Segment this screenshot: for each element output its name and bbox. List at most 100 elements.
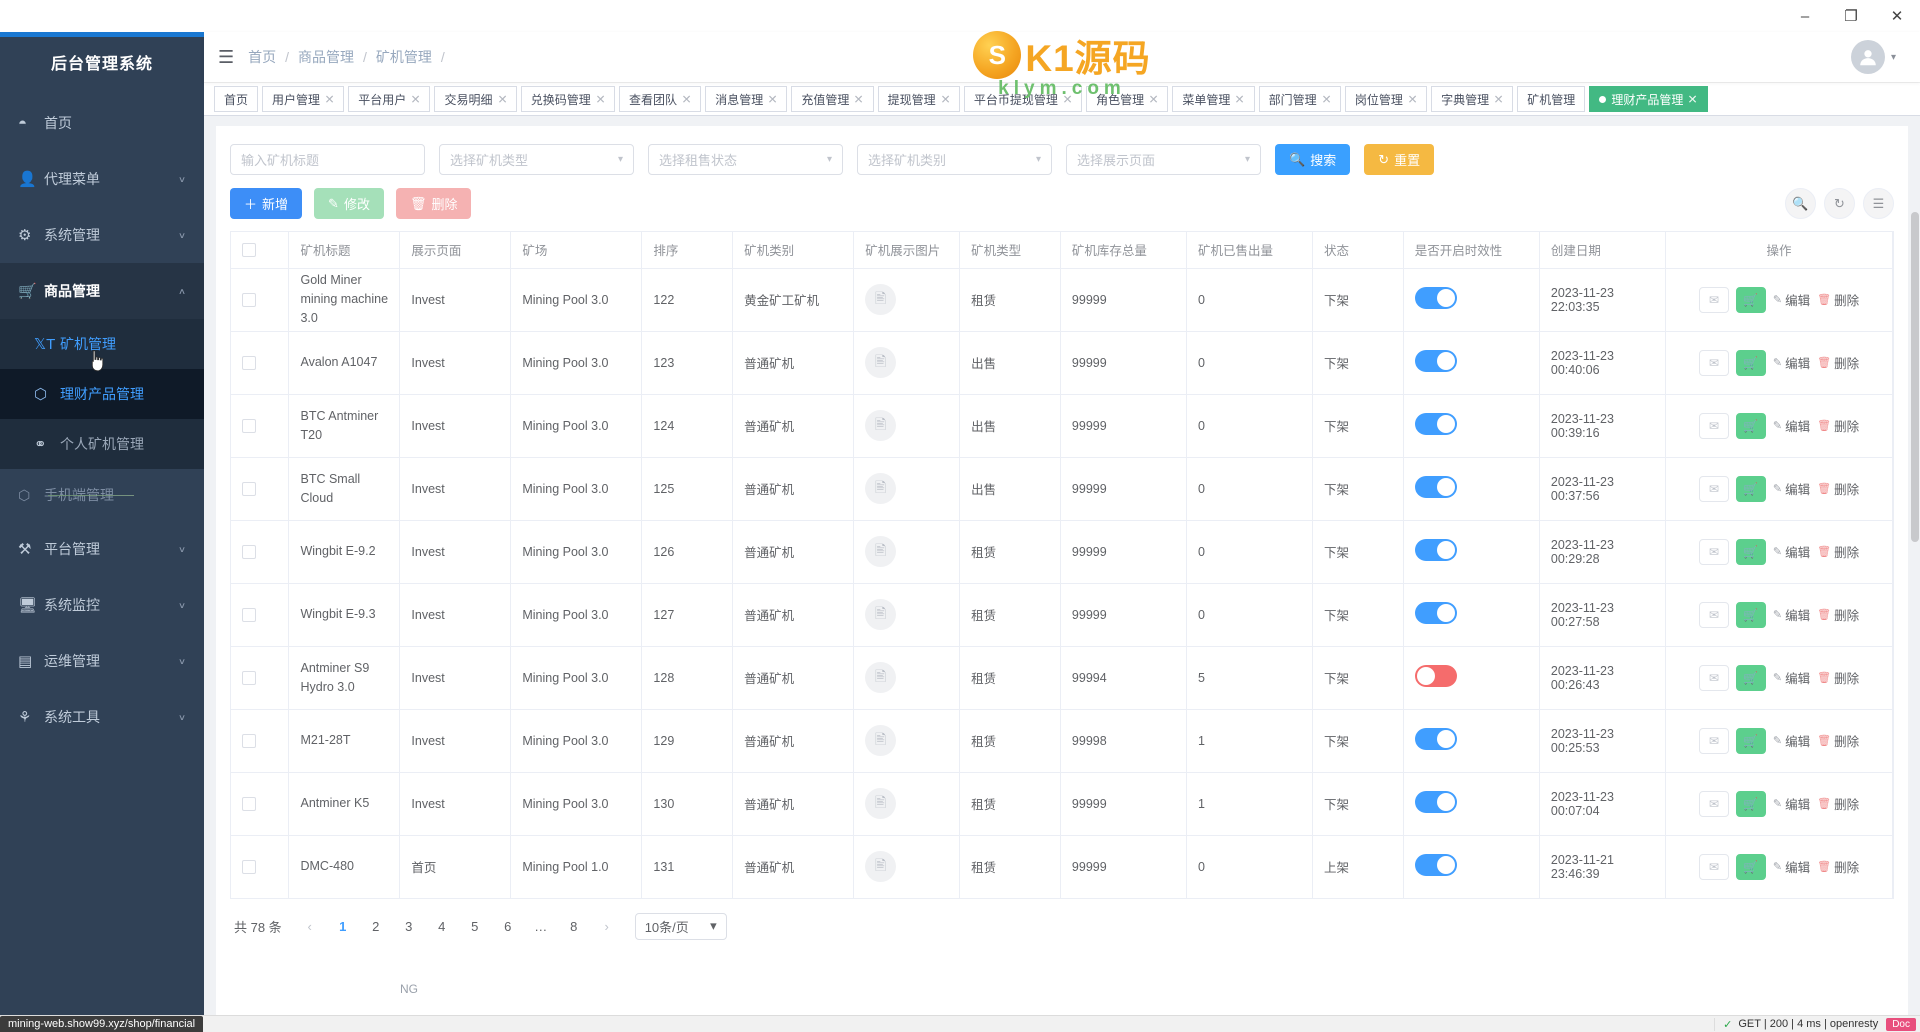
sidebar-item-platform-manage[interactable]: ⚒ 平台管理 ∨ <box>0 521 204 577</box>
image-placeholder-icon[interactable]: 🖹 <box>865 473 897 504</box>
add-button[interactable]: ＋ 新增 <box>230 188 303 219</box>
tab-role-manage[interactable]: 角色管理 ✕ <box>1086 86 1169 112</box>
search-button[interactable]: 🔍 搜索 <box>1275 144 1351 175</box>
tab-home[interactable]: 首页 <box>214 86 259 112</box>
detail-button[interactable]: ✉ <box>1698 664 1729 691</box>
detail-button[interactable]: ✉ <box>1698 286 1729 313</box>
pagination-page-1[interactable]: 1 <box>330 913 356 939</box>
close-icon[interactable]: ✕ <box>497 92 507 106</box>
timeliness-toggle[interactable] <box>1414 287 1457 309</box>
table-row[interactable]: Antminer S9 Hydro 3.0 Invest Mining Pool 3… <box>231 646 1893 710</box>
shop-button[interactable]: 🛒 <box>1735 475 1766 502</box>
edit-button[interactable]: ✎ 修改 <box>314 188 384 219</box>
pagination-ellipsis[interactable]: … <box>528 913 554 939</box>
shop-button[interactable]: 🛒 <box>1735 727 1766 754</box>
close-icon[interactable]: ✕ <box>325 92 335 106</box>
row-checkbox[interactable] <box>242 544 256 559</box>
shop-button[interactable]: 🛒 <box>1735 601 1766 628</box>
row-checkbox[interactable] <box>242 859 256 874</box>
delete-row-button[interactable]: 🗑 删除 <box>1817 416 1859 435</box>
delete-row-button[interactable]: 🗑 删除 <box>1817 668 1859 687</box>
rent-status-select[interactable]: 选择租售状态 ▾ <box>648 144 843 175</box>
tab-dictionary-manage[interactable]: 字典管理 ✕ <box>1431 86 1514 112</box>
row-checkbox[interactable] <box>242 481 256 496</box>
tab-menu-manage[interactable]: 菜单管理 ✕ <box>1172 86 1255 112</box>
timeliness-toggle[interactable] <box>1414 413 1457 435</box>
close-icon[interactable]: ✕ <box>682 92 692 106</box>
sidebar-item-system-tools[interactable]: ⚘ 系统工具 ∨ <box>0 689 204 745</box>
tab-recharge-manage[interactable]: 充值管理 ✕ <box>791 86 874 112</box>
table-row[interactable]: BTC Small Cloud Invest Mining Pool 3.0 125 普… <box>231 457 1893 521</box>
tab-message-manage[interactable]: 消息管理 ✕ <box>705 86 788 112</box>
shop-button[interactable]: 🛒 <box>1735 286 1766 313</box>
breadcrumb-item-product[interactable]: 商品管理 <box>298 47 354 67</box>
edit-row-button[interactable]: ✎ 编辑 <box>1773 857 1810 876</box>
breadcrumb-item-home[interactable]: 首页 <box>248 47 276 67</box>
sidebar-item-miner-manage[interactable]: 𝕏T 矿机管理 <box>0 319 204 369</box>
tab-position-manage[interactable]: 岗位管理 ✕ <box>1344 86 1428 112</box>
sidebar-item-personal-miner-manage[interactable]: ⚭ 个人矿机管理 <box>0 419 204 469</box>
close-icon[interactable]: ✕ <box>411 92 421 106</box>
sidebar-item-home[interactable]: ◓ 首页 <box>0 95 204 151</box>
column-settings-icon[interactable]: ☰ <box>1863 188 1894 219</box>
delete-row-button[interactable]: 🗑 删除 <box>1817 290 1859 309</box>
image-placeholder-icon[interactable]: 🖹 <box>865 788 897 819</box>
page-size-select[interactable]: 10条/页 ▾ <box>634 912 727 940</box>
sidebar-item-product-manage[interactable]: 🛒 商品管理 ∧ <box>0 263 204 319</box>
pagination-page-2[interactable]: 2 <box>363 913 389 939</box>
close-icon[interactable]: ✕ <box>1494 92 1504 106</box>
hamburger-icon[interactable]: ☰ <box>218 47 234 68</box>
shop-button[interactable]: 🛒 <box>1735 853 1766 880</box>
edit-row-button[interactable]: ✎ 编辑 <box>1773 416 1810 435</box>
edit-row-button[interactable]: ✎ 编辑 <box>1773 731 1810 750</box>
delete-row-button[interactable]: 🗑 删除 <box>1817 857 1859 876</box>
tab-redeem-code-manage[interactable]: 兑换码管理 ✕ <box>520 86 615 112</box>
delete-row-button[interactable]: 🗑 删除 <box>1817 605 1859 624</box>
row-checkbox[interactable] <box>242 733 256 748</box>
close-icon[interactable]: ✕ <box>1235 92 1245 106</box>
detail-button[interactable]: ✉ <box>1698 790 1729 817</box>
sidebar-item-financial-product-manage[interactable]: ⬡ 理财产品管理 <box>0 369 204 419</box>
chevron-down-icon[interactable]: ▾ <box>1891 52 1896 63</box>
table-row[interactable]: DMC-480 首页 Mining Pool 1.0 131 普通矿机 🖹 租赁 99999 0… <box>231 835 1893 899</box>
edit-row-button[interactable]: ✎ 编辑 <box>1773 668 1810 687</box>
pagination-page-6[interactable]: 6 <box>495 913 521 939</box>
image-placeholder-icon[interactable]: 🖹 <box>865 284 897 315</box>
pagination-page-3[interactable]: 3 <box>396 913 422 939</box>
close-icon[interactable]: ✕ <box>854 92 864 106</box>
close-icon[interactable]: ✕ <box>940 92 950 106</box>
miner-type-select[interactable]: 选择矿机类型 ▾ <box>439 144 634 175</box>
tab-platform-coin-withdraw-manage[interactable]: 平台币提现管理 ✕ <box>963 86 1083 112</box>
image-placeholder-icon[interactable]: 🖹 <box>865 851 897 882</box>
avatar[interactable] <box>1850 40 1885 74</box>
edit-row-button[interactable]: ✎ 编辑 <box>1773 542 1810 561</box>
detail-button[interactable]: ✉ <box>1698 727 1729 754</box>
edit-row-button[interactable]: ✎ 编辑 <box>1773 794 1810 813</box>
timeliness-toggle[interactable] <box>1414 476 1457 498</box>
window-close-button[interactable]: ✕ <box>1874 0 1920 32</box>
close-icon[interactable]: ✕ <box>1688 92 1698 106</box>
table-row[interactable]: BTC Antminer T20 Invest Mining Pool 3.0 124… <box>231 394 1893 458</box>
sidebar-item-agent-menu[interactable]: 👤 代理菜单 ∨ <box>0 151 204 207</box>
close-icon[interactable]: ✕ <box>768 92 778 106</box>
image-placeholder-icon[interactable]: 🖹 <box>865 662 897 693</box>
table-row[interactable]: Gold Miner mining machine 3.0 Invest Minin… <box>231 268 1893 332</box>
edit-row-button[interactable]: ✎ 编辑 <box>1773 290 1810 309</box>
close-icon[interactable]: ✕ <box>1062 92 1072 106</box>
miner-category-select[interactable]: 选择矿机类别 ▾ <box>857 144 1052 175</box>
timeliness-toggle[interactable] <box>1414 854 1457 876</box>
edit-row-button[interactable]: ✎ 编辑 <box>1773 605 1810 624</box>
delete-row-button[interactable]: 🗑 删除 <box>1817 479 1859 498</box>
tab-transaction-detail[interactable]: 交易明细 ✕ <box>434 86 517 112</box>
timeliness-toggle[interactable] <box>1414 791 1457 813</box>
sidebar-item-system-monitor[interactable]: 🖥 系统监控 ∨ <box>0 577 204 633</box>
shop-button[interactable]: 🛒 <box>1735 412 1766 439</box>
image-placeholder-icon[interactable]: 🖹 <box>865 347 897 378</box>
image-placeholder-icon[interactable]: 🖹 <box>865 410 897 441</box>
row-checkbox[interactable] <box>242 418 256 433</box>
detail-button[interactable]: ✉ <box>1698 412 1729 439</box>
shop-button[interactable]: 🛒 <box>1735 349 1766 376</box>
pagination-prev[interactable]: ‹ <box>297 913 323 939</box>
close-icon[interactable]: ✕ <box>595 92 605 106</box>
detail-button[interactable]: ✉ <box>1698 475 1729 502</box>
